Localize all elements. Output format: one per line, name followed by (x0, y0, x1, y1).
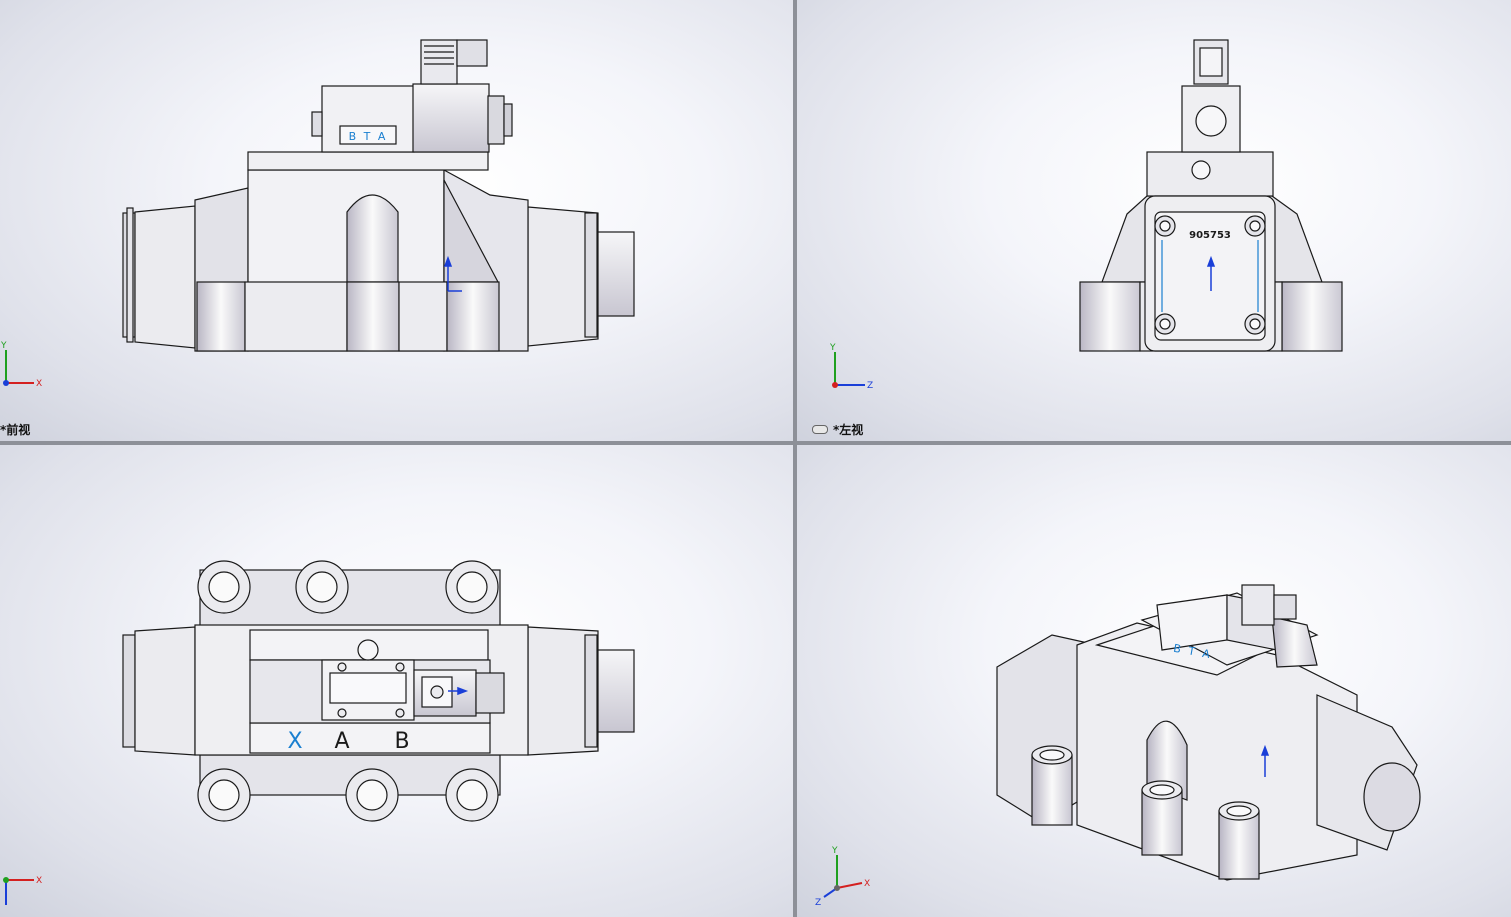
port-marking-a: A (334, 729, 349, 754)
coordinate-triad-iso: Y X Z (815, 846, 870, 908)
top-view-model[interactable]: X A B (0, 445, 793, 917)
brand-marking-front: B T A (349, 130, 388, 143)
triad-y-label: Y (829, 343, 836, 353)
viewport-label-front-text: *前视 (0, 423, 31, 437)
viewport-top[interactable]: X A B X (0, 445, 793, 917)
viewport-isometric[interactable]: B T A Y X Z (797, 445, 1511, 917)
viewport-label-left: *左视 (812, 421, 863, 438)
coordinate-triad-top: X (3, 876, 42, 905)
triad-z-label: Z (815, 898, 821, 908)
port-marking-x: X (287, 729, 302, 754)
coordinate-triad-left: Y Z (829, 343, 873, 391)
triad-y-label: Y (0, 341, 7, 351)
serial-marking: 905753 (1189, 230, 1231, 241)
viewport-label-left-text: *左视 (833, 423, 864, 437)
viewport-left[interactable]: 905753 Y Z *左视 (797, 0, 1511, 441)
coordinate-triad-front: Y X (0, 341, 42, 389)
front-view-model[interactable]: B T A (0, 0, 793, 441)
triad-x-label: X (36, 876, 42, 886)
link-view-icon[interactable] (812, 425, 828, 434)
triad-z-label: Z (867, 381, 873, 391)
isometric-view-model[interactable]: B T A (797, 445, 1511, 917)
triad-x-label: X (864, 879, 870, 889)
triad-y-label: Y (831, 846, 838, 856)
viewport-label-front: *前视 (0, 421, 30, 438)
viewport-front[interactable]: B T A Y X *前视 (0, 0, 793, 441)
port-marking-b: B (394, 729, 409, 754)
triad-x-label: X (36, 379, 42, 389)
